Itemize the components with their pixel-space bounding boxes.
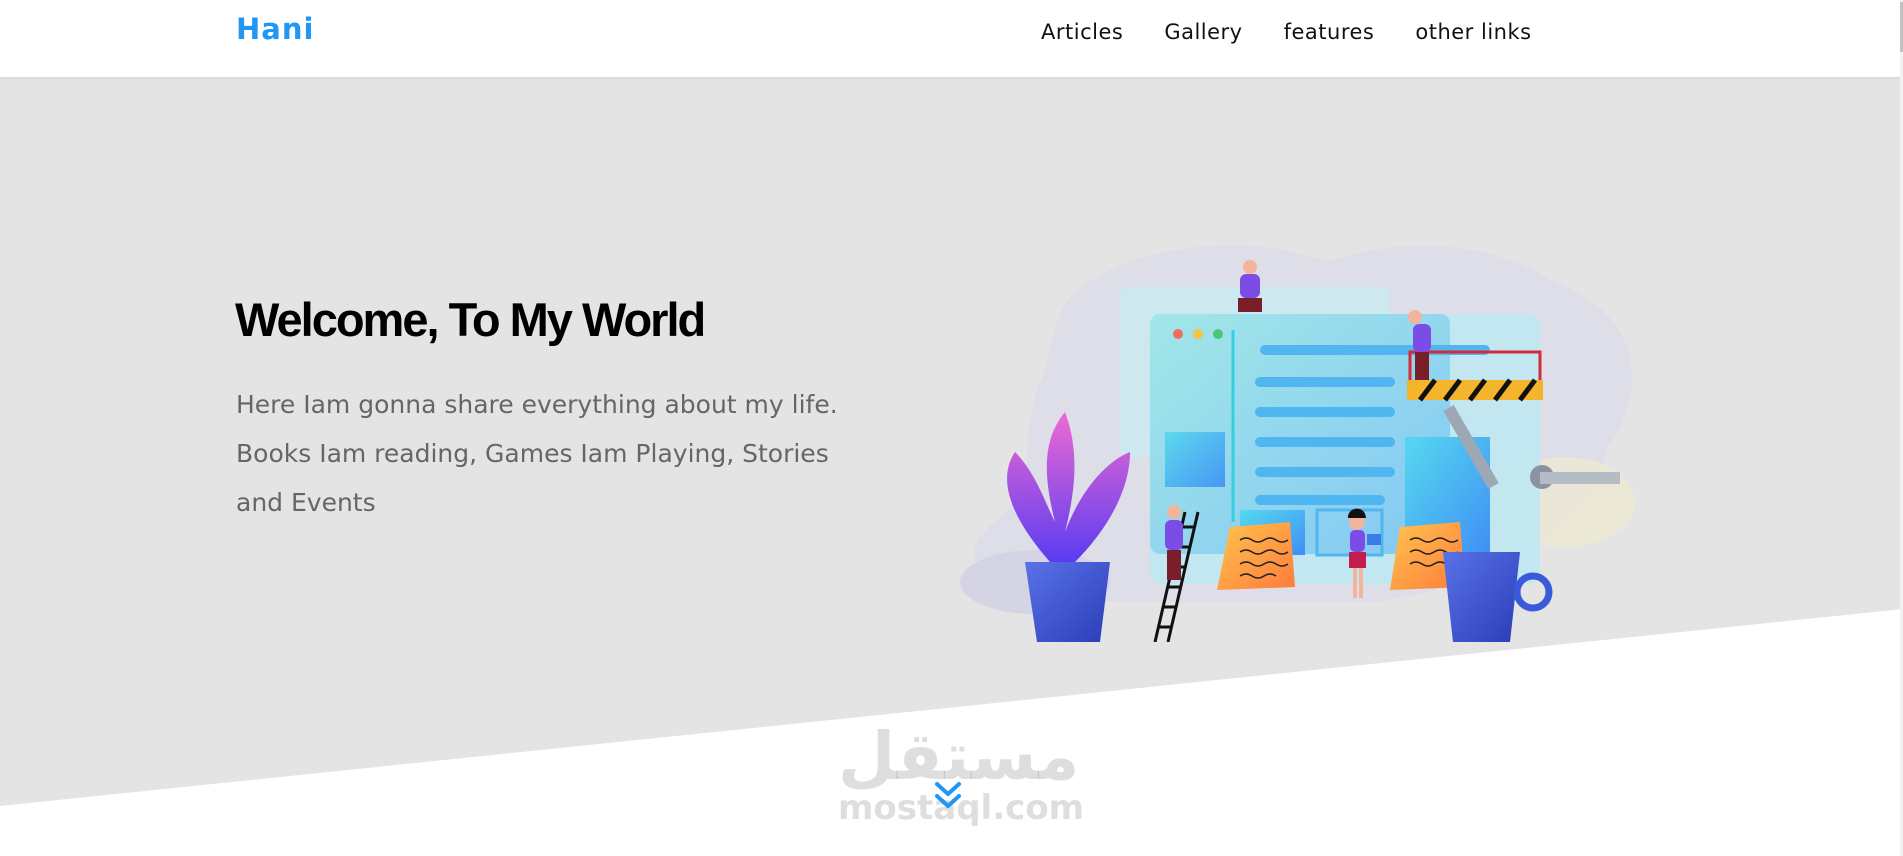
- nav-link-features[interactable]: features: [1284, 20, 1375, 44]
- landing-section: Welcome, To My World Here Iam gonna shar…: [0, 77, 1903, 856]
- landing-title: Welcome, To My World: [235, 293, 706, 346]
- logo-link[interactable]: Hani: [236, 12, 314, 46]
- nav-link-other-links[interactable]: other links: [1415, 20, 1531, 44]
- nav-link-gallery[interactable]: Gallery: [1164, 20, 1242, 44]
- main-nav: Articles Gallery features other links: [1000, 0, 1532, 64]
- landing-description: Here Iam gonna share everything about my…: [236, 390, 838, 517]
- site-header: Hani Articles Gallery features other lin…: [0, 0, 1903, 77]
- nav-link-articles[interactable]: Articles: [1041, 20, 1123, 44]
- double-chevron-down-icon[interactable]: [931, 778, 965, 814]
- landing-illustration: [960, 245, 1635, 642]
